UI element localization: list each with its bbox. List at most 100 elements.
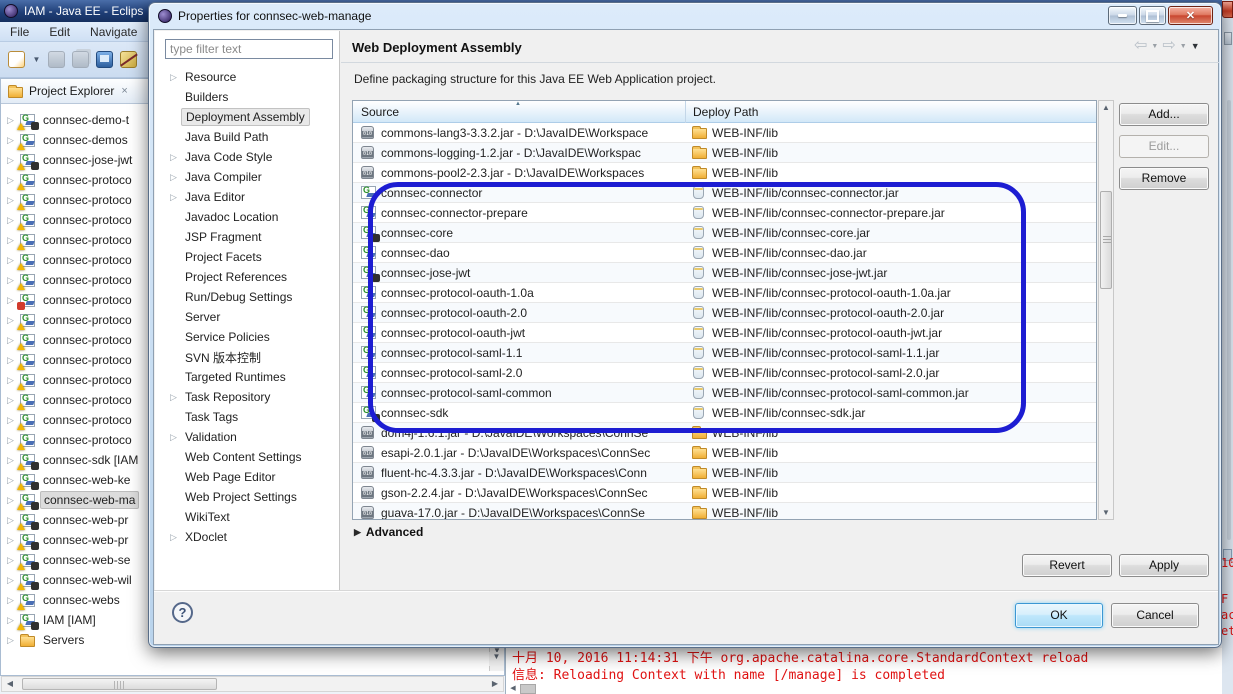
back-arrow-icon[interactable]: ⇦: [1134, 38, 1147, 54]
category-tree-item[interactable]: Service Policies: [155, 327, 340, 347]
revert-button[interactable]: Revert: [1022, 554, 1112, 577]
category-tree-item[interactable]: ▷XDoclet: [155, 527, 340, 547]
category-tree-item[interactable]: Run/Debug Settings: [155, 287, 340, 307]
save-icon[interactable]: [48, 51, 65, 68]
category-tree-item[interactable]: ▷Java Code Style: [155, 147, 340, 167]
add-button[interactable]: Add...: [1119, 103, 1209, 126]
category-tree-item[interactable]: Web Page Editor: [155, 467, 340, 487]
forward-arrow-icon[interactable]: ⇨: [1162, 38, 1175, 54]
category-tree-item[interactable]: Server: [155, 307, 340, 327]
mark-occurrences-icon[interactable]: [120, 51, 137, 68]
scrollbar-thumb[interactable]: [520, 684, 536, 694]
expand-arrow-icon[interactable]: ▷: [6, 575, 15, 586]
expand-arrow-icon[interactable]: ▷: [6, 255, 15, 266]
expand-arrow-icon[interactable]: ▷: [6, 155, 15, 166]
category-tree-item[interactable]: WikiText: [155, 507, 340, 527]
table-row[interactable]: connsec-protocol-oauth-2.0WEB-INF/lib/co…: [353, 303, 1096, 323]
category-tree-item[interactable]: Web Content Settings: [155, 447, 340, 467]
expand-arrow-icon[interactable]: ▷: [6, 395, 15, 406]
table-row[interactable]: gson-2.2.4.jar - D:\JavaIDE\Workspaces\C…: [353, 483, 1096, 503]
background-close-button[interactable]: [1222, 1, 1233, 18]
column-deploy-path[interactable]: Deploy Path: [693, 101, 758, 123]
scroll-down-icon[interactable]: ▼: [1099, 508, 1113, 517]
save-all-icon[interactable]: [72, 51, 89, 68]
table-row[interactable]: connsec-jose-jwtWEB-INF/lib/connsec-jose…: [353, 263, 1096, 283]
expand-arrow-icon[interactable]: ▷: [169, 172, 178, 183]
table-row[interactable]: fluent-hc-4.3.3.jar - D:\JavaIDE\Workspa…: [353, 463, 1096, 483]
category-tree-item[interactable]: Targeted Runtimes: [155, 367, 340, 387]
category-tree-item[interactable]: ▷Task Repository: [155, 387, 340, 407]
column-divider[interactable]: [685, 101, 686, 123]
scroll-right-icon[interactable]: ▶: [487, 677, 503, 691]
filter-input[interactable]: [165, 39, 333, 59]
apply-button[interactable]: Apply: [1119, 554, 1209, 577]
scroll-left-icon[interactable]: ◀: [2, 677, 18, 691]
scrollbar-thumb[interactable]: [22, 678, 217, 690]
expand-arrow-icon[interactable]: ▷: [169, 72, 178, 83]
category-tree-item[interactable]: Deployment Assembly: [155, 107, 340, 127]
expand-arrow-icon[interactable]: ▷: [6, 135, 15, 146]
minimize-button[interactable]: [1108, 6, 1137, 25]
advanced-section[interactable]: ▶ Advanced: [354, 525, 423, 539]
table-row[interactable]: connsec-protocol-saml-commonWEB-INF/lib/…: [353, 383, 1096, 403]
table-row[interactable]: connsec-protocol-oauth-jwtWEB-INF/lib/co…: [353, 323, 1096, 343]
scrollbar-thumb[interactable]: [1100, 191, 1112, 289]
category-tree-item[interactable]: ▷Java Compiler: [155, 167, 340, 187]
column-source[interactable]: Source: [361, 101, 399, 123]
table-row[interactable]: connsec-protocol-saml-2.0WEB-INF/lib/con…: [353, 363, 1096, 383]
expand-arrow-icon[interactable]: ▷: [6, 175, 15, 186]
category-tree-item[interactable]: Web Project Settings: [155, 487, 340, 507]
editor-scrollbar-edge[interactable]: [1227, 100, 1231, 540]
table-row[interactable]: connsec-protocol-saml-1.1WEB-INF/lib/con…: [353, 343, 1096, 363]
table-row[interactable]: connsec-daoWEB-INF/lib/connsec-dao.jar: [353, 243, 1096, 263]
expand-arrow-icon[interactable]: ▷: [6, 355, 15, 366]
category-tree-item[interactable]: Task Tags: [155, 407, 340, 427]
ok-button[interactable]: OK: [1015, 603, 1103, 628]
expand-arrow-icon[interactable]: ▷: [169, 532, 178, 543]
expand-arrow-icon[interactable]: ▷: [6, 375, 15, 386]
back-dropdown-icon[interactable]: ▼: [1151, 43, 1158, 50]
menu-navigate[interactable]: Navigate: [80, 22, 147, 42]
expand-arrow-icon[interactable]: ▷: [6, 115, 15, 126]
close-icon[interactable]: ×: [121, 85, 127, 97]
expand-arrow-icon[interactable]: ▷: [6, 215, 15, 226]
menu-file[interactable]: File: [0, 22, 39, 42]
maximize-button[interactable]: [1139, 6, 1166, 25]
category-tree-item[interactable]: SVN 版本控制: [155, 347, 340, 367]
expand-arrow-icon[interactable]: ▷: [6, 275, 15, 286]
expand-arrow-icon[interactable]: ▷: [6, 335, 15, 346]
expand-arrow-icon[interactable]: ▷: [6, 595, 15, 606]
forward-dropdown-icon[interactable]: ▼: [1180, 43, 1187, 50]
category-tree-item[interactable]: Builders: [155, 87, 340, 107]
expand-arrow-icon[interactable]: ▷: [6, 455, 15, 466]
category-tree-item[interactable]: ▷Validation: [155, 427, 340, 447]
close-button[interactable]: ✕: [1168, 6, 1213, 25]
table-row[interactable]: commons-logging-1.2.jar - D:\JavaIDE\Wor…: [353, 143, 1096, 163]
dialog-titlebar[interactable]: Properties for connsec-web-manage: [149, 3, 1221, 29]
category-tree-item[interactable]: Javadoc Location: [155, 207, 340, 227]
menu-edit[interactable]: Edit: [39, 22, 80, 42]
table-row[interactable]: dom4j-1.6.1.jar - D:\JavaIDE\Workspaces\…: [353, 423, 1096, 443]
help-button[interactable]: ?: [172, 602, 193, 623]
console-horizontal-scrollbar[interactable]: ◀: [508, 684, 548, 694]
expand-arrow-icon[interactable]: ▷: [169, 152, 178, 163]
table-row[interactable]: esapi-2.0.1.jar - D:\JavaIDE\Workspaces\…: [353, 443, 1096, 463]
scroll-up-icon[interactable]: ▲: [1099, 103, 1113, 112]
table-row[interactable]: connsec-coreWEB-INF/lib/connsec-core.jar: [353, 223, 1096, 243]
expand-arrow-icon[interactable]: ▷: [169, 392, 178, 403]
remove-button[interactable]: Remove: [1119, 167, 1209, 190]
table-row[interactable]: connsec-connector-prepareWEB-INF/lib/con…: [353, 203, 1096, 223]
category-tree-item[interactable]: Java Build Path: [155, 127, 340, 147]
project-explorer-horizontal-scrollbar[interactable]: ◀ ▶: [1, 676, 504, 692]
expand-arrow-icon[interactable]: ▷: [6, 515, 15, 526]
expand-arrow-icon[interactable]: ▷: [6, 195, 15, 206]
expand-arrow-icon[interactable]: ▷: [169, 192, 178, 203]
expand-arrow-icon[interactable]: ▷: [6, 315, 15, 326]
table-row[interactable]: connsec-protocol-oauth-1.0aWEB-INF/lib/c…: [353, 283, 1096, 303]
table-row[interactable]: commons-pool2-2.3.jar - D:\JavaIDE\Works…: [353, 163, 1096, 183]
expand-arrow-icon[interactable]: ▷: [6, 435, 15, 446]
view-menu-icon[interactable]: ▼: [1191, 41, 1200, 51]
category-tree-item[interactable]: Project References: [155, 267, 340, 287]
console-view-icon[interactable]: [96, 51, 113, 68]
expand-arrow-icon[interactable]: ▷: [6, 235, 15, 246]
